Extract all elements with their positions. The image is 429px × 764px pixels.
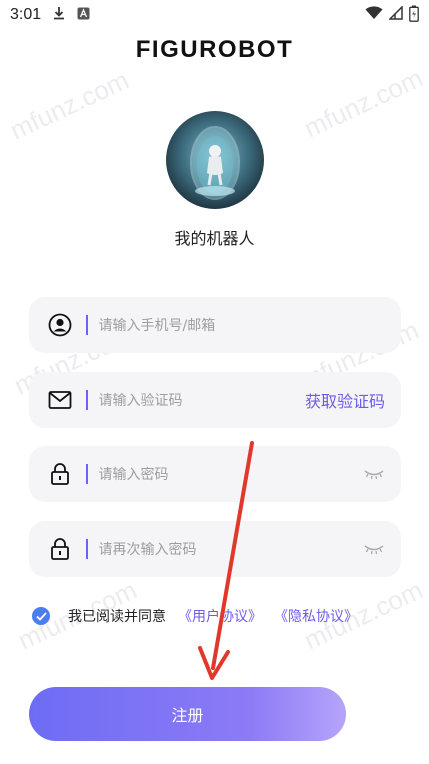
avatar[interactable]: [166, 111, 264, 209]
user-icon: [47, 312, 73, 338]
mail-icon: [47, 387, 73, 413]
check-icon: [35, 611, 47, 621]
battery-icon: [409, 5, 419, 26]
status-time: 3:01: [10, 6, 42, 23]
wifi-icon: [365, 6, 383, 24]
verification-code-field[interactable]: 请输入验证码 获取验证码: [29, 372, 401, 428]
password-input[interactable]: 请输入密码: [99, 464, 364, 484]
get-code-button[interactable]: 获取验证码: [305, 388, 385, 412]
eye-closed-icon[interactable]: [363, 542, 385, 556]
field-divider: [86, 464, 88, 484]
app-logo: FIGUROBOT: [135, 36, 294, 63]
robot-name: 我的机器人: [174, 229, 255, 248]
field-divider: [86, 315, 88, 335]
phone-email-input[interactable]: 请输入手机号/邮箱: [99, 315, 386, 335]
privacy-policy-link[interactable]: 《隐私协议》: [274, 606, 358, 626]
confirm-password-input[interactable]: 请再次输入密码: [99, 539, 364, 559]
confirm-password-field[interactable]: 请再次输入密码: [29, 521, 401, 577]
phone-email-field[interactable]: 请输入手机号/邮箱: [29, 297, 401, 353]
lock-icon: [47, 536, 73, 562]
watermark: mfunz.com: [5, 64, 134, 146]
verification-code-input[interactable]: 请输入验证码: [99, 390, 305, 410]
eye-closed-icon[interactable]: [363, 467, 385, 481]
signal-icon: [388, 5, 403, 24]
robot-capsule-image: [190, 126, 240, 200]
agreement-row: 我已阅读并同意 《用户协议》 《隐私协议》: [32, 604, 358, 628]
watermark: mfunz.com: [299, 62, 428, 144]
field-divider: [86, 390, 88, 410]
password-field[interactable]: 请输入密码: [29, 446, 401, 502]
user-agreement-link[interactable]: 《用户协议》: [178, 606, 262, 626]
agreement-text: 我已阅读并同意: [68, 609, 166, 625]
app-notification-icon: [77, 6, 90, 24]
register-button[interactable]: 注册: [29, 687, 346, 741]
download-icon: [53, 6, 65, 24]
status-bar: 3:01: [0, 0, 429, 30]
lock-icon: [47, 461, 73, 487]
agreement-checkbox[interactable]: [32, 607, 50, 625]
field-divider: [86, 539, 88, 559]
